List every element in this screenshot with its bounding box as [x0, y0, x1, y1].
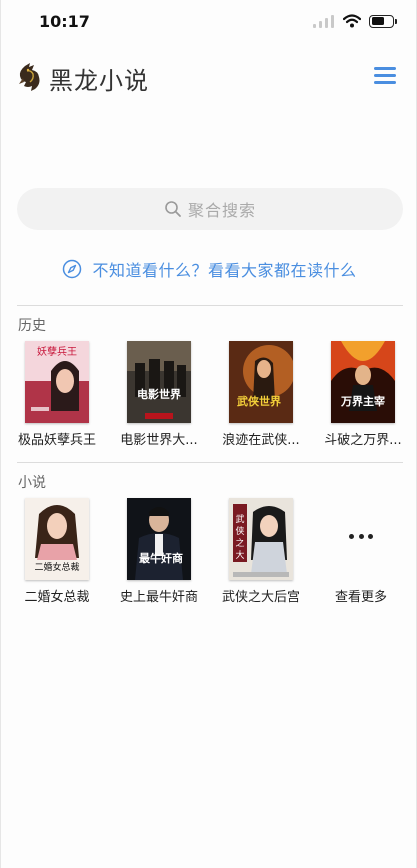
book-cover: 万界主宰 — [331, 341, 395, 423]
signal-icon — [313, 14, 335, 28]
book-cover: 电影世界 — [127, 341, 191, 423]
search-input[interactable]: 聚合搜索 — [17, 188, 403, 230]
novel-section-title: 小说 — [18, 475, 46, 491]
svg-text:二婚女总裁: 二婚女总裁 — [34, 561, 79, 573]
svg-text:电影世界: 电影世界 — [137, 387, 181, 401]
novel-book[interactable]: 最牛奸商 史上最牛奸商 — [109, 498, 209, 608]
svg-text:武: 武 — [235, 513, 244, 525]
status-bar: 10:17 — [1, 0, 417, 46]
novel-book-row: 二婚女总裁 二婚女总裁 最牛奸商 史上最牛奸商 武 侠 之 大 武侠之大后宫 查… — [1, 498, 417, 608]
divider — [17, 462, 403, 463]
novel-book[interactable]: 武 侠 之 大 武侠之大后宫 — [211, 498, 311, 608]
search-placeholder: 聚合搜索 — [187, 201, 256, 220]
wifi-icon — [343, 14, 361, 28]
book-title: 电影世界大... — [120, 433, 198, 448]
app-title: 黑龙小说 — [49, 67, 149, 95]
history-book-row: 妖孽兵王 极品妖孽兵王 电影世界 电影世界大... 武侠世界 浪迹在武侠... … — [1, 341, 417, 451]
more-icon — [349, 532, 373, 540]
history-book[interactable]: 武侠世界 浪迹在武侠... — [211, 341, 311, 451]
compass-icon — [63, 259, 82, 279]
svg-text:之: 之 — [235, 537, 244, 549]
book-title: 斗破之万界... — [324, 433, 402, 448]
history-section-title: 历史 — [18, 318, 46, 334]
divider — [17, 305, 403, 306]
book-cover: 妖孽兵王 — [25, 341, 89, 423]
book-cover: 二婚女总裁 — [25, 498, 89, 580]
novel-book[interactable]: 二婚女总裁 二婚女总裁 — [7, 498, 107, 608]
more-books-label: 查看更多 — [334, 590, 387, 605]
app-screen: 10:17 黑龙小说 聚合搜索 不知道看什么？看看大家都在读什么 历史 妖孽兵王… — [0, 0, 417, 868]
svg-text:侠: 侠 — [235, 525, 244, 537]
discover-text: 不知道看什么？看看大家都在读什么 — [92, 261, 357, 280]
book-cover: 武侠世界 — [229, 341, 293, 423]
book-cover: 最牛奸商 — [127, 498, 191, 580]
book-title: 极品妖孽兵王 — [17, 433, 96, 448]
book-title: 武侠之大后宫 — [221, 590, 300, 605]
book-title: 二婚女总裁 — [24, 590, 90, 605]
battery-icon — [369, 14, 397, 28]
app-header: 黑龙小说 — [1, 52, 417, 104]
history-book[interactable]: 妖孽兵王 极品妖孽兵王 — [7, 341, 107, 451]
svg-text:万界主宰: 万界主宰 — [340, 394, 385, 408]
dragon-logo-icon — [19, 63, 40, 91]
history-book[interactable]: 电影世界 电影世界大... — [109, 341, 209, 451]
search-icon — [165, 201, 181, 217]
book-title: 浪迹在武侠... — [222, 433, 300, 448]
status-time: 10:17 — [39, 12, 90, 31]
status-icons — [313, 14, 397, 28]
history-book[interactable]: 万界主宰 斗破之万界... — [313, 341, 413, 451]
svg-text:大: 大 — [235, 549, 244, 561]
book-title: 史上最牛奸商 — [119, 590, 198, 605]
svg-text:武侠世界: 武侠世界 — [237, 394, 281, 408]
svg-text:最牛奸商: 最牛奸商 — [139, 551, 183, 565]
discover-link[interactable]: 不知道看什么？看看大家都在读什么 — [1, 256, 417, 282]
menu-icon[interactable] — [374, 67, 396, 85]
book-cover: 武 侠 之 大 — [229, 498, 293, 580]
more-books-button[interactable]: 查看更多 — [311, 498, 411, 608]
cover-lettering: 妖孽兵王 — [37, 345, 77, 358]
